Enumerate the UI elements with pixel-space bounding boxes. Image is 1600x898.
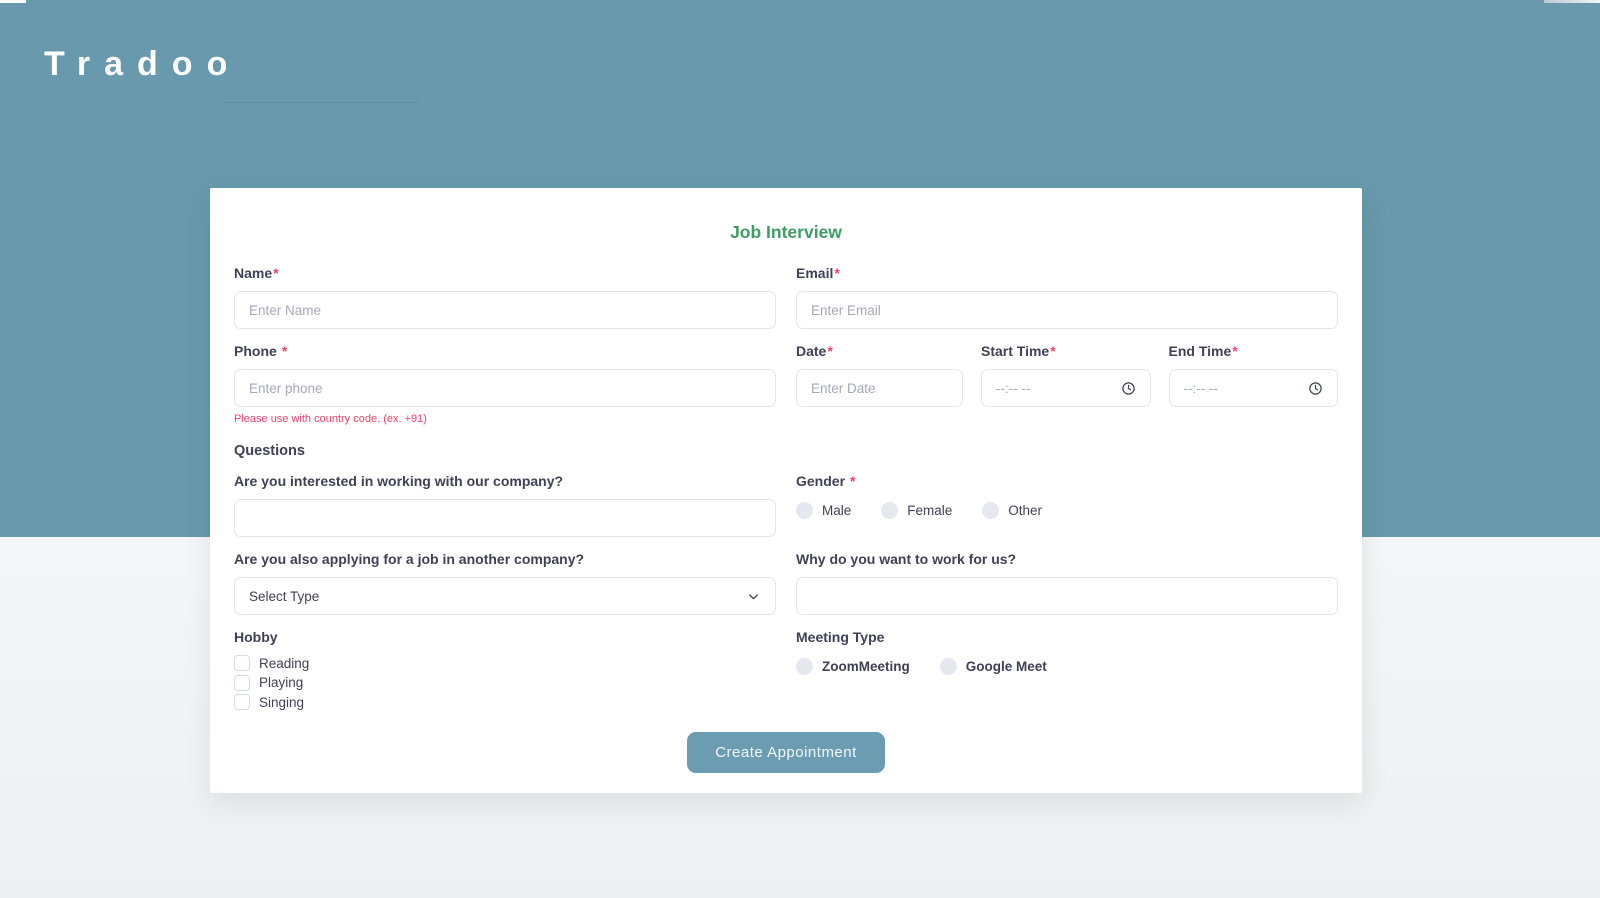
email-field-group: Email*: [796, 265, 1338, 329]
interest-question-label: Are you interested in working with our c…: [234, 473, 776, 489]
gender-radio-male[interactable]: Male: [796, 502, 851, 519]
required-asterisk: *: [827, 343, 832, 359]
gender-radio-female[interactable]: Female: [881, 502, 952, 519]
required-asterisk: *: [834, 265, 839, 281]
radio-icon[interactable]: [940, 658, 957, 675]
datetime-field-group: Date* Enter Date Start Time* --:-- --: [796, 343, 1338, 425]
date-field-group: Date* Enter Date: [796, 343, 963, 407]
chevron-down-icon: [746, 589, 761, 604]
required-asterisk: *: [273, 265, 278, 281]
start-time-label: Start Time*: [981, 343, 1151, 359]
radio-icon[interactable]: [796, 502, 813, 519]
end-time-label: End Time*: [1169, 343, 1339, 359]
interest-question-input[interactable]: [234, 499, 776, 537]
questions-heading: Questions: [234, 443, 776, 459]
email-label: Email*: [796, 265, 1338, 281]
phone-helper-text: Please use with country code. (ex. +91): [234, 413, 776, 425]
required-asterisk: *: [850, 473, 855, 489]
required-asterisk: *: [282, 343, 287, 359]
other-company-question-group: Are you also applying for a job in anoth…: [234, 551, 776, 615]
start-time-input[interactable]: --:-- --: [981, 369, 1151, 407]
why-work-question-group: Why do you want to work for us?: [796, 551, 1338, 615]
hobby-checkbox-singing[interactable]: Singing: [234, 694, 776, 710]
meeting-type-radio-zoommeeting[interactable]: ZoomMeeting: [796, 658, 910, 675]
nav-divider: [222, 102, 419, 103]
radio-icon[interactable]: [982, 502, 999, 519]
checkbox-icon[interactable]: [234, 694, 250, 710]
hobby-field-group: Hobby Reading Playing Singing: [234, 629, 776, 710]
job-interview-form-card: Job Interview Name* Email* Phone* Please…: [210, 188, 1362, 793]
checkbox-icon[interactable]: [234, 655, 250, 671]
interest-question-group: Are you interested in working with our c…: [234, 473, 776, 537]
hobby-checkbox-playing[interactable]: Playing: [234, 675, 776, 691]
why-work-question-label: Why do you want to work for us?: [796, 551, 1338, 567]
meeting-type-label: Meeting Type: [796, 629, 1338, 645]
submit-row: Create Appointment: [234, 732, 1338, 773]
hobby-options: Reading Playing Singing: [234, 655, 776, 710]
spacer: [796, 439, 1338, 459]
required-asterisk: *: [1232, 343, 1237, 359]
end-time-input[interactable]: --:-- --: [1169, 369, 1339, 407]
name-field-group: Name*: [234, 265, 776, 329]
other-company-question-label: Are you also applying for a job in anoth…: [234, 551, 776, 567]
date-label: Date*: [796, 343, 963, 359]
meeting-type-field-group: Meeting Type ZoomMeeting Google Meet: [796, 629, 1338, 710]
page-edge-artifact-left: [0, 0, 26, 3]
hobby-checkbox-reading[interactable]: Reading: [234, 655, 776, 671]
gender-radio-other[interactable]: Other: [982, 502, 1042, 519]
required-asterisk: *: [1050, 343, 1055, 359]
name-input[interactable]: [234, 291, 776, 329]
phone-label: Phone*: [234, 343, 776, 359]
why-work-question-input[interactable]: [796, 577, 1338, 615]
checkbox-icon[interactable]: [234, 675, 250, 691]
create-appointment-button[interactable]: Create Appointment: [687, 732, 885, 773]
email-input[interactable]: [796, 291, 1338, 329]
name-label: Name*: [234, 265, 776, 281]
clock-icon: [1308, 381, 1323, 396]
start-time-field-group: Start Time* --:-- --: [981, 343, 1151, 407]
phone-field-group: Phone* Please use with country code. (ex…: [234, 343, 776, 425]
end-time-field-group: End Time* --:-- --: [1169, 343, 1339, 407]
radio-icon[interactable]: [796, 658, 813, 675]
brand-logo: Tradoo: [44, 44, 241, 85]
meeting-type-options: ZoomMeeting Google Meet: [796, 658, 1338, 675]
hobby-label: Hobby: [234, 629, 776, 645]
form-title: Job Interview: [234, 222, 1338, 243]
phone-input[interactable]: [234, 369, 776, 407]
form-grid: Name* Email* Phone* Please use with coun…: [234, 265, 1338, 710]
gender-options: Male Female Other: [796, 502, 1338, 519]
gender-label: Gender*: [796, 473, 1338, 489]
date-input[interactable]: Enter Date: [796, 369, 963, 407]
page-edge-artifact-right: [1544, 0, 1600, 3]
radio-icon[interactable]: [881, 502, 898, 519]
gender-field-group: Gender* Male Female Other: [796, 473, 1338, 537]
clock-icon: [1121, 381, 1136, 396]
other-company-select[interactable]: Select Type: [234, 577, 776, 615]
meeting-type-radio-google-meet[interactable]: Google Meet: [940, 658, 1047, 675]
